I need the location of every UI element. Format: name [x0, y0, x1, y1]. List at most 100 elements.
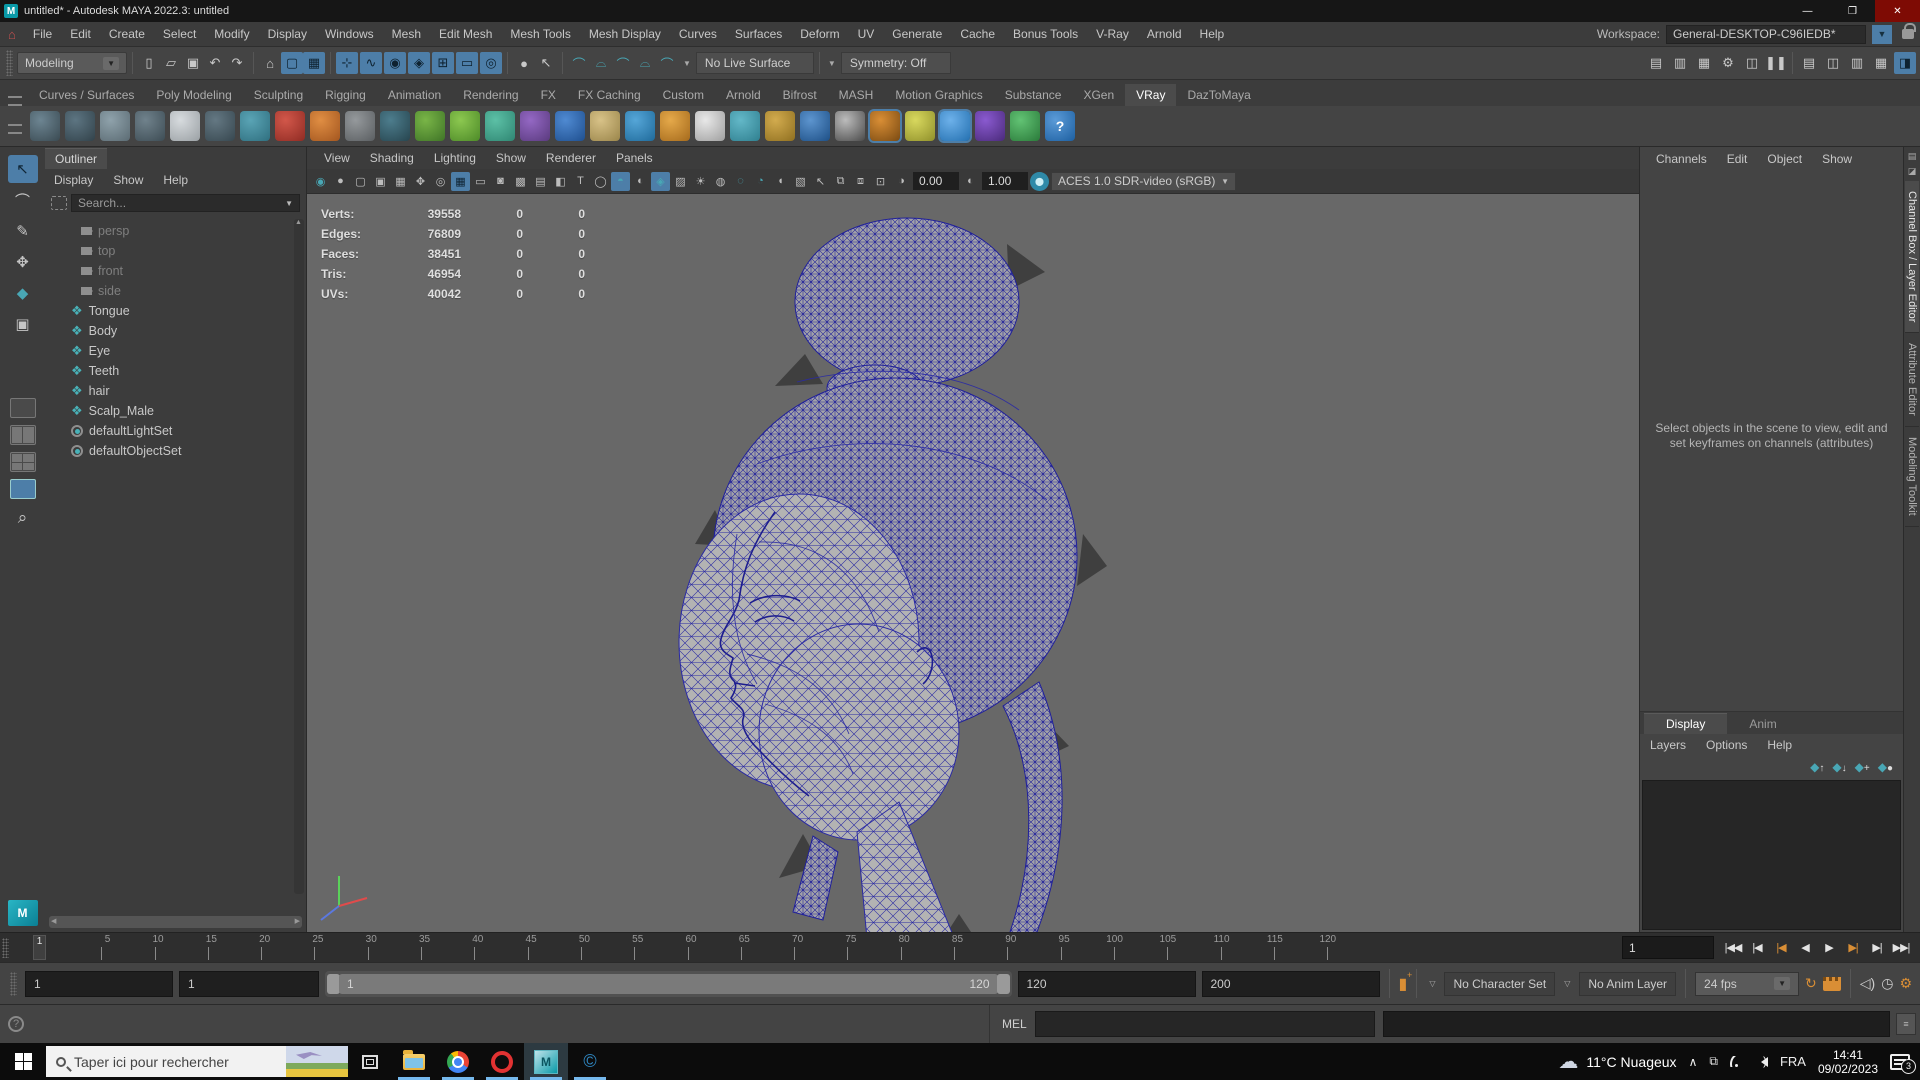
loop-icon[interactable]: ↻: [1805, 975, 1817, 992]
outliner-item[interactable]: ❖ Teeth: [71, 361, 306, 381]
outliner-menu-item[interactable]: Help: [154, 173, 197, 187]
play-backward-button[interactable]: ◀: [1794, 937, 1816, 959]
menu-item[interactable]: Arnold: [1138, 27, 1191, 41]
outliner-item[interactable]: ❖ side: [71, 281, 306, 301]
rotate-tool[interactable]: ◆: [8, 279, 38, 307]
shelf-icon-glass-sphere[interactable]: [800, 111, 830, 141]
layer-editor-tab[interactable]: Anim: [1727, 714, 1798, 734]
step-back-frame-button[interactable]: |◀: [1746, 937, 1768, 959]
safe-title-icon[interactable]: T: [571, 172, 590, 191]
timeline-tick[interactable]: 55: [582, 933, 643, 962]
shelf-tab[interactable]: Rigging: [314, 84, 377, 106]
layout-single-pane-button[interactable]: [9, 398, 36, 418]
shelf-icon-plant[interactable]: [450, 111, 480, 141]
layer-editor-menu-item[interactable]: Help: [1757, 738, 1802, 752]
xray-icon[interactable]: ▧: [791, 172, 810, 191]
menu-item[interactable]: UV: [849, 27, 884, 41]
command-language-label[interactable]: MEL: [1002, 1017, 1027, 1031]
menu-item[interactable]: Mesh Tools: [501, 27, 579, 41]
close-button[interactable]: ✕: [1875, 0, 1920, 22]
shelf-icon-dark-sphere[interactable]: [205, 111, 235, 141]
shelf-icon-sphere-wire2[interactable]: [65, 111, 95, 141]
sidebar-tab[interactable]: Modeling Toolkit: [1905, 427, 1919, 527]
screen-icon[interactable]: ▤: [1908, 151, 1917, 162]
step-forward-frame-button[interactable]: ▶|: [1866, 937, 1888, 959]
timeline-tick[interactable]: 30: [315, 933, 377, 962]
workspace-toggle-icon[interactable]: ◨: [1894, 52, 1916, 74]
camera-attributes-icon[interactable]: ▢: [351, 172, 370, 191]
lock-selection-icon[interactable]: ●: [513, 52, 535, 74]
audio-icon[interactable]: ◁): [1860, 975, 1875, 992]
shelf-tab[interactable]: DazToMaya: [1176, 84, 1261, 106]
display-tray-icon[interactable]: ⧉: [1709, 1054, 1718, 1069]
shelf-tab[interactable]: Poly Modeling: [145, 84, 242, 106]
shelf-tab[interactable]: Bifrost: [772, 84, 828, 106]
exposure-icon[interactable]: ◑: [892, 172, 911, 191]
workspace-select[interactable]: General-DESKTOP-C96IEDB*: [1666, 24, 1866, 44]
outliner-item[interactable]: ❖ Eye: [71, 341, 306, 361]
screen-space-ao-icon[interactable]: ☀: [691, 172, 710, 191]
gate-mask-icon[interactable]: ▩: [511, 172, 530, 191]
current-frame-marker[interactable]: 1: [33, 935, 46, 960]
outliner-vertical-scrollbar[interactable]: [294, 219, 304, 894]
menu-item[interactable]: Create: [100, 27, 154, 41]
shelf-icon-sphere-wire[interactable]: [30, 111, 60, 141]
range-bar[interactable]: 1 120: [339, 973, 998, 994]
select-tool[interactable]: ↖: [7, 155, 38, 183]
shelf-icon-gray-box[interactable]: [345, 111, 375, 141]
wifi-icon[interactable]: [1729, 1056, 1744, 1067]
snap-axis-icon[interactable]: ⊞: [432, 52, 454, 74]
wireframe-head-model[interactable]: [607, 214, 1147, 932]
maximize-button[interactable]: ❐: [1830, 0, 1875, 22]
multisample-icon[interactable]: ◌: [731, 172, 750, 191]
grid-icon[interactable]: ▦: [451, 171, 470, 191]
timeline-tick[interactable]: 5: [49, 933, 110, 962]
shelf-icon-character[interactable]: [905, 111, 935, 141]
symmetry-field[interactable]: Symmetry: Off: [840, 52, 951, 74]
use-all-lights-icon[interactable]: ◈: [651, 171, 670, 191]
viewport-menu-item[interactable]: Shading: [361, 151, 423, 165]
menu-item[interactable]: Display: [259, 27, 316, 41]
shelf-tab[interactable]: Arnold: [715, 84, 772, 106]
ccleaner-button[interactable]: ©: [568, 1043, 612, 1080]
resolution-gate-icon[interactable]: ◙: [491, 172, 510, 191]
menu-set-select[interactable]: Modeling ▼: [17, 52, 127, 74]
edge-snap-icon[interactable]: ⌒: [612, 52, 634, 74]
outliner-item[interactable]: ❖ front: [71, 261, 306, 281]
timeline-tick[interactable]: 95: [1008, 933, 1070, 962]
gamma-field[interactable]: 1.00: [982, 172, 1028, 190]
chevron-down-icon[interactable]: ▼: [285, 199, 293, 208]
field-chart-icon[interactable]: ▤: [531, 172, 550, 191]
shelf-icon-fur[interactable]: [485, 111, 515, 141]
channel-box-menu-item[interactable]: Channels: [1646, 152, 1717, 166]
plugin-shapes-icon[interactable]: ⧉: [831, 172, 850, 191]
menu-item[interactable]: V-Ray: [1087, 27, 1138, 41]
shelf-icon-cone-light[interactable]: [660, 111, 690, 141]
outliner-search-input[interactable]: Search... ▼: [71, 194, 300, 212]
new-layer-icon[interactable]: ◆+: [1855, 760, 1870, 774]
shelf-icon-teal-cone[interactable]: [730, 111, 760, 141]
menu-item[interactable]: Mesh: [383, 27, 430, 41]
selection-highlight-icon[interactable]: ↖: [811, 172, 830, 191]
animation-start-field[interactable]: 1: [25, 970, 173, 997]
playback-start-field[interactable]: 1: [179, 970, 319, 997]
language-indicator[interactable]: FRA: [1780, 1054, 1806, 1069]
sidebar-tab[interactable]: Attribute Editor: [1905, 333, 1919, 428]
bookmark-icon[interactable]: ▮ +: [1399, 970, 1413, 994]
opera-button[interactable]: [480, 1043, 524, 1080]
viewport-menu-item[interactable]: View: [315, 151, 359, 165]
viewport-panel[interactable]: View Shading Lighting Show Renderer Panels ◉ ●…: [307, 147, 1639, 932]
current-frame-field[interactable]: 1: [1622, 936, 1714, 959]
step-back-key-button[interactable]: |◀: [1770, 937, 1792, 959]
outliner-item[interactable]: ❖ defaultObjectSet: [71, 441, 306, 461]
snap-curve-icon[interactable]: ∿: [360, 52, 382, 74]
chevron-down-icon[interactable]: ▼: [683, 59, 691, 68]
speaker-icon[interactable]: [1756, 1054, 1768, 1068]
shelf-grip[interactable]: [8, 96, 22, 106]
move-layer-up-icon[interactable]: ◆↑: [1810, 760, 1824, 774]
menu-item[interactable]: Curves: [670, 27, 726, 41]
help-icon[interactable]: ?: [8, 1016, 24, 1032]
menu-item[interactable]: Deform: [791, 27, 848, 41]
gamma-icon[interactable]: ◐: [961, 172, 980, 191]
shelf-icon-purple-swirl[interactable]: [520, 111, 550, 141]
